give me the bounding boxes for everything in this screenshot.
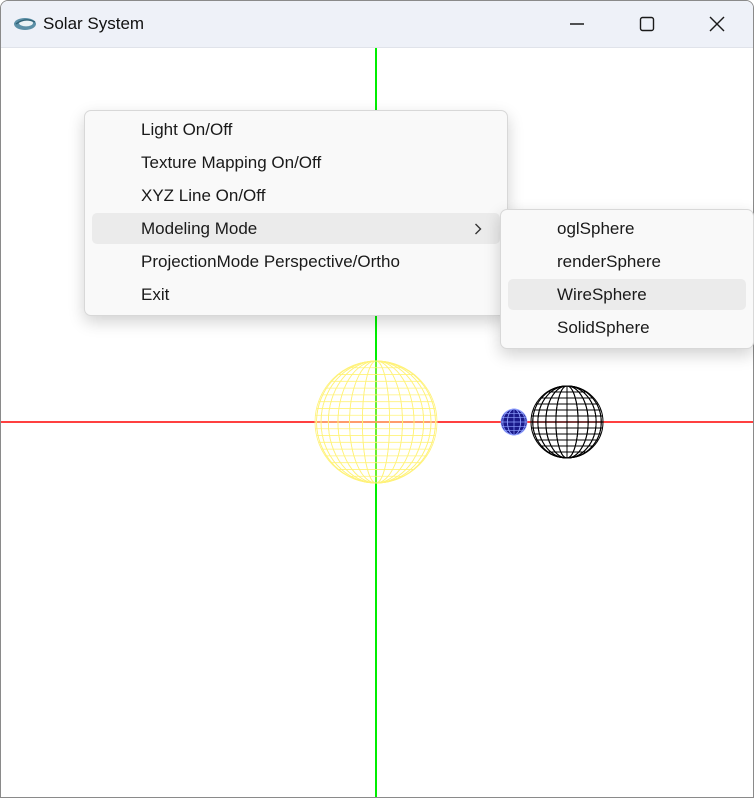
maximize-button[interactable] — [612, 1, 682, 47]
modeling-mode-submenu: oglSphere renderSphere WireSphere SolidS… — [500, 209, 754, 349]
submenu-item-label: renderSphere — [557, 252, 661, 271]
title-bar[interactable]: Solar System — [1, 1, 753, 48]
minimize-button[interactable] — [542, 1, 612, 47]
earth-wire-sphere — [530, 385, 604, 459]
submenu-item-oglsphere[interactable]: oglSphere — [508, 213, 746, 244]
submenu-item-label: oglSphere — [557, 219, 635, 238]
menu-item-label: ProjectionMode Perspective/Ortho — [141, 252, 400, 271]
submenu-item-wiresphere[interactable]: WireSphere — [508, 279, 746, 310]
menu-item-label: XYZ Line On/Off — [141, 186, 266, 205]
maximize-icon — [639, 16, 655, 32]
menu-item-projection-mode[interactable]: ProjectionMode Perspective/Ortho — [92, 246, 500, 277]
menu-item-label: Modeling Mode — [141, 219, 258, 238]
close-icon — [709, 16, 725, 32]
moon-wire-sphere — [500, 408, 528, 436]
opengl-app-icon — [14, 18, 36, 30]
menu-item-xyz-line[interactable]: XYZ Line On/Off — [92, 180, 500, 211]
menu-item-label: Light On/Off — [141, 120, 233, 139]
menu-item-texture-mapping[interactable]: Texture Mapping On/Off — [92, 147, 500, 178]
submenu-item-label: WireSphere — [557, 285, 647, 304]
window-title: Solar System — [43, 14, 145, 33]
menu-item-exit[interactable]: Exit — [92, 279, 500, 310]
context-menu: Light On/Off Texture Mapping On/Off XYZ … — [84, 110, 508, 316]
menu-item-label: Texture Mapping On/Off — [141, 153, 322, 172]
menu-item-label: Exit — [141, 285, 170, 304]
menu-item-modeling-mode[interactable]: Modeling Mode — [92, 213, 500, 244]
submenu-item-solidsphere[interactable]: SolidSphere — [508, 312, 746, 343]
menu-item-light-toggle[interactable]: Light On/Off — [92, 114, 500, 145]
sun-wire-sphere — [314, 360, 438, 484]
minimize-icon — [570, 23, 584, 25]
chevron-right-icon — [475, 223, 482, 235]
submenu-item-rendersphere[interactable]: renderSphere — [508, 246, 746, 277]
submenu-item-label: SolidSphere — [557, 318, 650, 337]
close-button[interactable] — [682, 1, 752, 47]
